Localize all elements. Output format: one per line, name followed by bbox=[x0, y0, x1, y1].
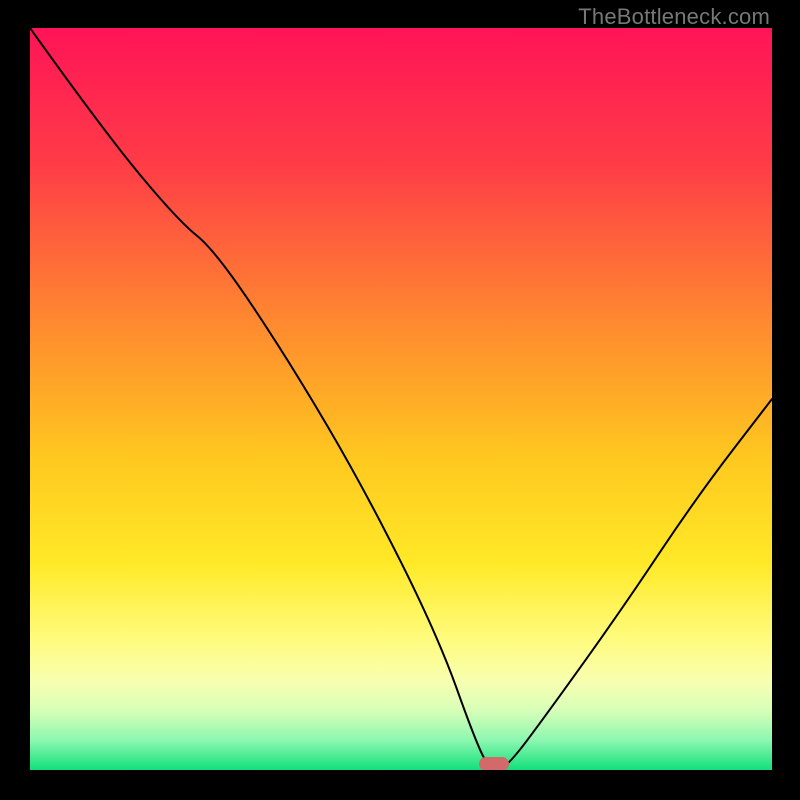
chart-plot-area bbox=[30, 28, 772, 770]
watermark-text: TheBottleneck.com bbox=[578, 4, 770, 30]
optimal-point-marker bbox=[479, 757, 509, 770]
chart-curve bbox=[30, 28, 772, 770]
